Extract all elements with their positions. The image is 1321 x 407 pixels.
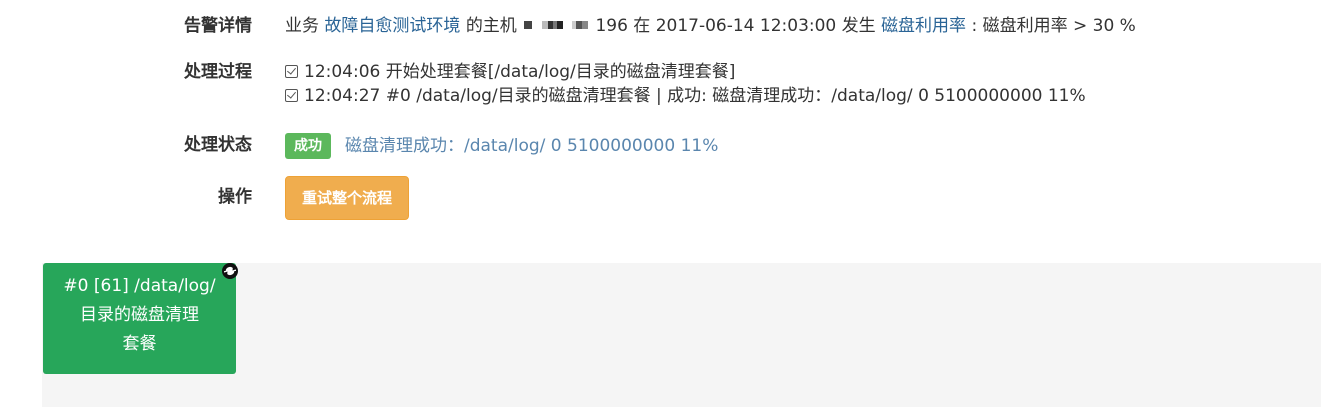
status-row: 处理状态 成功 磁盘清理成功：/data/log/ 0 5100000000 11… [0,133,718,159]
action-value: 重试整个流程 [285,176,410,220]
status-message: 磁盘清理成功：/data/log/ 0 5100000000 11% [345,136,719,156]
redacted-ip-mosaic [541,20,563,29]
retry-flow-button[interactable]: 重试整个流程 [285,176,410,220]
process-log-line: 12:04:27 #0 /data/log/目录的磁盘清理套餐 | 成功: 磁盘… [285,84,1086,108]
business-link[interactable]: 故障自愈测试环境 [324,16,460,36]
detail-prefix: 业务 [285,16,319,36]
status-badge: 成功 [285,133,331,159]
process-row: 处理过程 12:04:06 开始处理套餐[/data/log/目录的磁盘清理套餐… [0,60,1086,108]
process-label: 处理过程 [184,62,252,82]
alarm-detail-label: 告警详情 [184,16,252,36]
host-suffix: 196 在 2017-06-14 12:03:00 发生 [595,16,876,36]
flow-node[interactable]: #0 [61] /data/log/ 目录的磁盘清理 套餐 [43,263,236,374]
process-log-text: 12:04:27 #0 /data/log/目录的磁盘清理套餐 | 成功: 磁盘… [304,86,1086,106]
flow-node-title: 目录的磁盘清理 [80,305,199,325]
status-label: 处理状态 [184,135,252,155]
redacted-ip-mosaic [524,20,533,29]
action-row: 操作 重试整个流程 [0,176,410,220]
sync-status-icon[interactable] [221,262,239,280]
host-text: 的主机 [465,16,517,36]
checkbox-checked-icon [285,89,298,102]
process-log: 12:04:06 开始处理套餐[/data/log/目录的磁盘清理套餐] 12:… [285,60,1086,108]
process-log-text: 12:04:06 开始处理套餐[/data/log/目录的磁盘清理套餐] [304,62,736,82]
alarm-condition: : 磁盘利用率 > 30 % [971,16,1136,36]
process-log-line: 12:04:06 开始处理套餐[/data/log/目录的磁盘清理套餐] [285,60,1086,84]
flow-node-title: #0 [61] /data/log/ [63,276,216,296]
alarm-detail-row: 告警详情 业务 故障自愈测试环境 的主机 196 在 2017-06-14 12… [0,14,1136,38]
metric-link[interactable]: 磁盘利用率 [881,16,966,36]
redacted-ip-mosaic [572,20,589,29]
alarm-detail-value: 业务 故障自愈测试环境 的主机 196 在 2017-06-14 12:03:0… [285,14,1136,38]
status-value: 成功 磁盘清理成功：/data/log/ 0 5100000000 11% [285,133,718,159]
action-label: 操作 [218,187,252,207]
checkbox-checked-icon [285,65,298,78]
flow-node-title: 套餐 [122,334,157,354]
